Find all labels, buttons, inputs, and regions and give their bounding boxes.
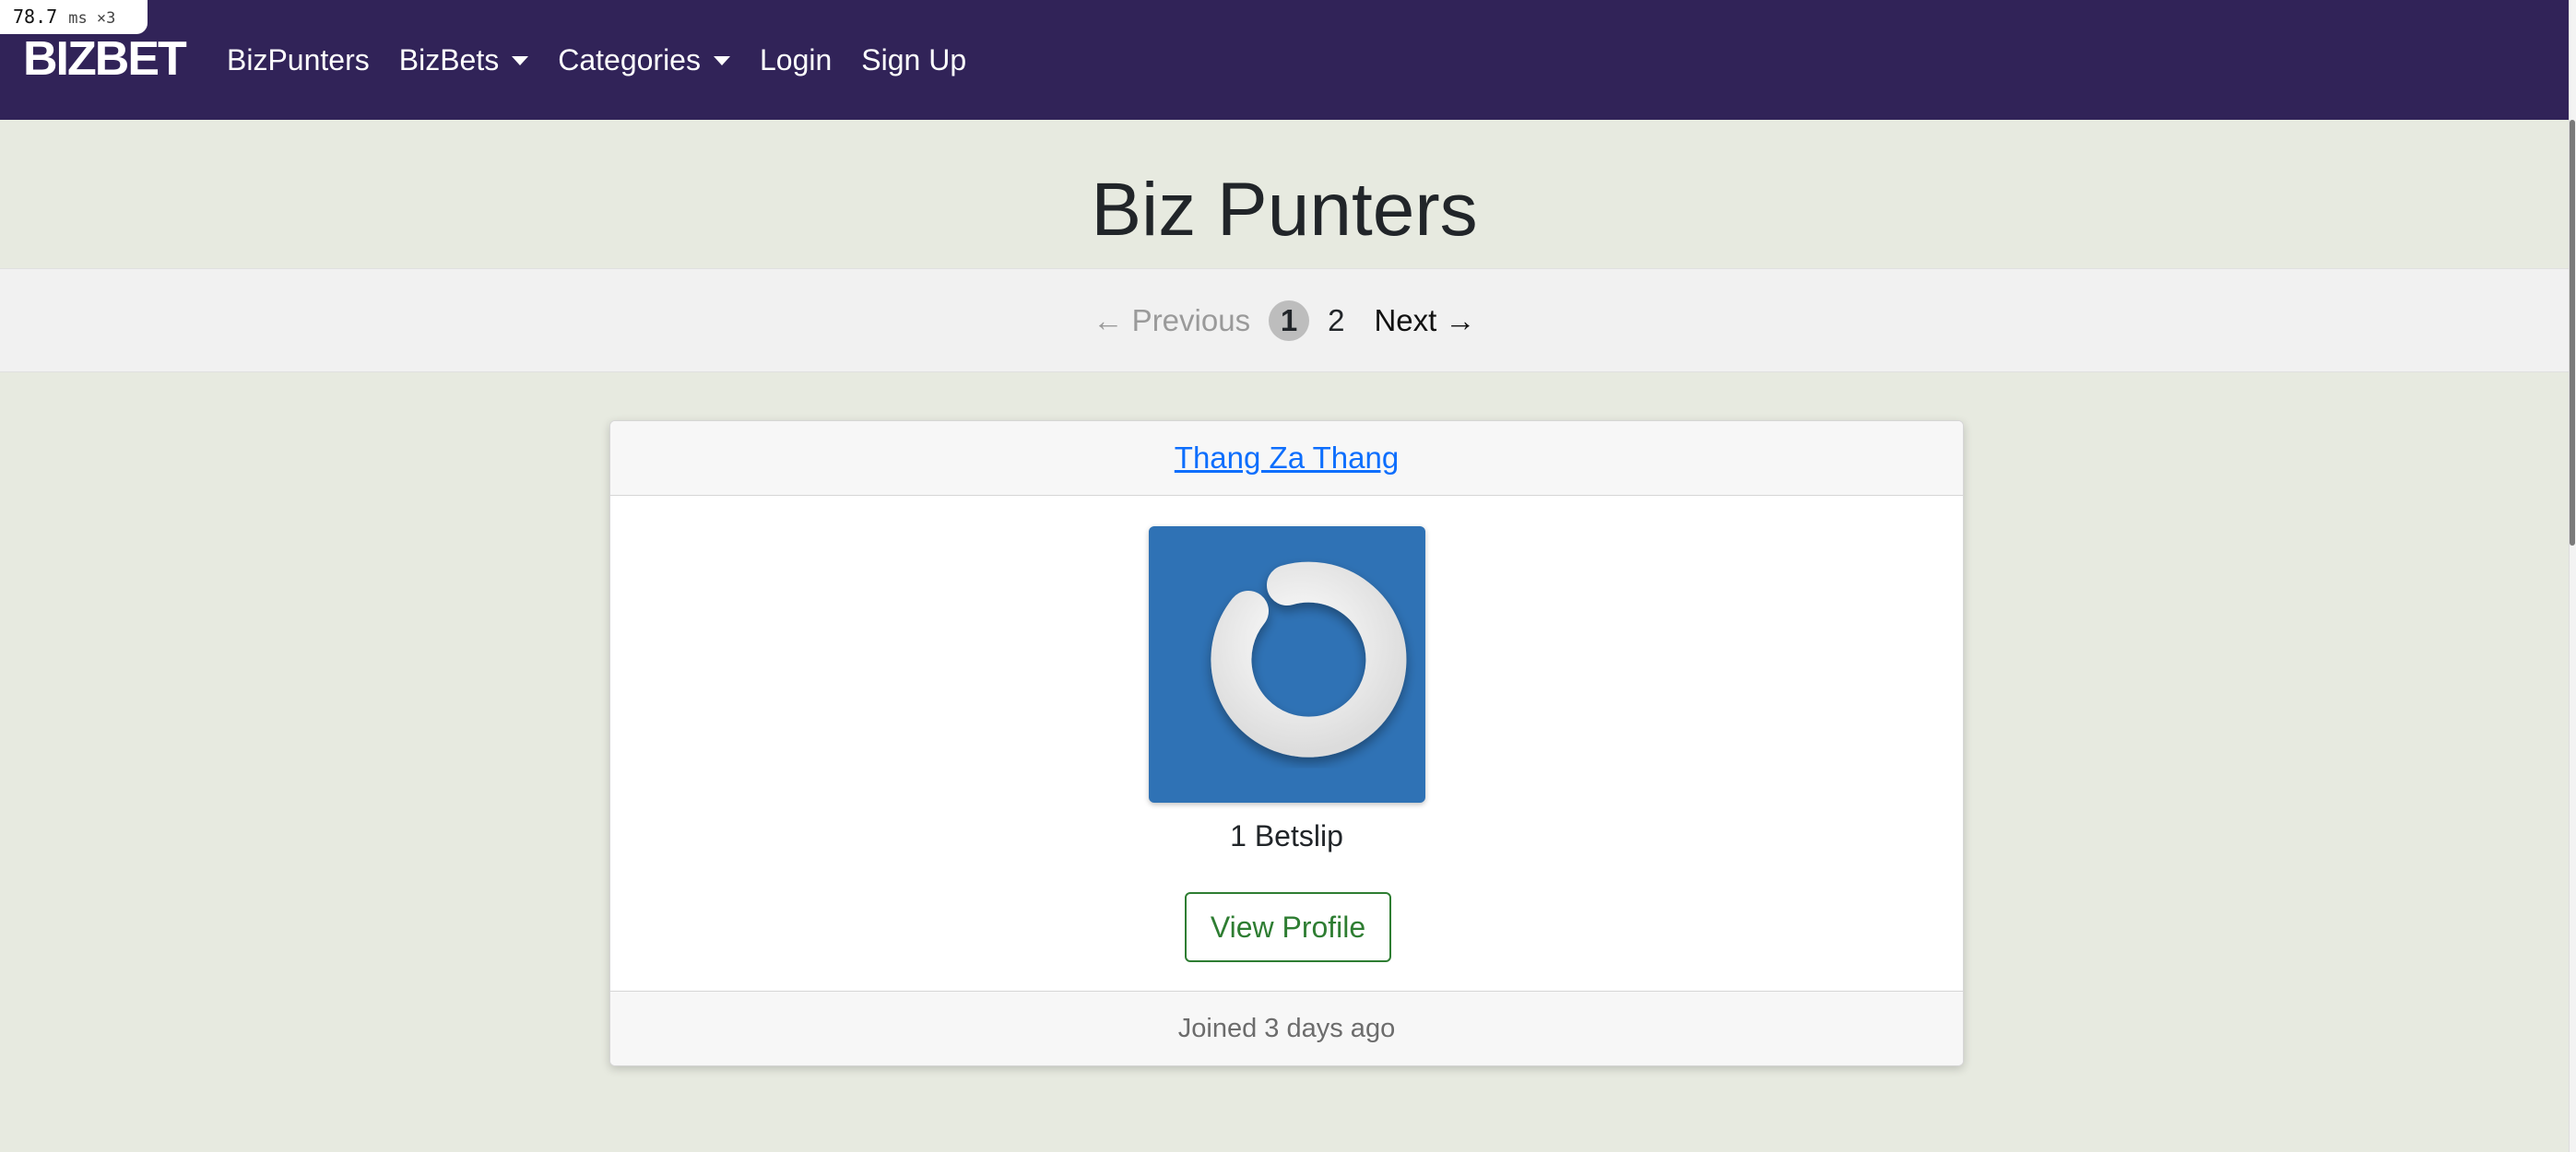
punter-name-link[interactable]: Thang Za Thang [1175, 441, 1399, 476]
pagination-next[interactable]: Next → [1374, 303, 1475, 338]
caret-down-icon [713, 56, 730, 65]
card-footer: Joined 3 days ago [610, 991, 1963, 1065]
nav-link-label: Sign Up [861, 42, 967, 76]
top-navbar: BIZBET BizPunters BizBets Categories Log… [0, 0, 2569, 120]
card-header: Thang Za Thang [610, 421, 1963, 496]
nav-dropdown-bizbets[interactable]: BizBets [398, 42, 529, 77]
avatar [1149, 526, 1425, 803]
pagination-previous: ← Previous [1093, 302, 1251, 337]
nav-link-label: BizPunters [227, 42, 370, 76]
page-scrollbar[interactable] [2569, 0, 2576, 1152]
nav-link-signup[interactable]: Sign Up [861, 43, 966, 77]
caret-down-icon [512, 56, 529, 65]
gravatar-power-icon [1211, 561, 1407, 758]
nav-link-label: Login [759, 42, 833, 76]
nav-link-bizpunters[interactable]: BizPunters [227, 43, 370, 77]
punter-card: Thang Za Thang 1 Betslip View Profile Jo… [609, 420, 1964, 1066]
brand-logo[interactable]: BIZBET [23, 31, 187, 87]
nav-items: BizPunters BizBets Categories Login Sign… [227, 37, 996, 83]
joined-date: Joined 3 days ago [1177, 1013, 1396, 1043]
pagination-current-page: 1 [1269, 300, 1310, 341]
nav-dropdown-categories[interactable]: Categories [558, 43, 730, 77]
nav-link-login[interactable]: Login [760, 43, 832, 77]
pagination-page-2[interactable]: 2 [1328, 303, 1344, 338]
nav-link-label: BizBets [398, 42, 500, 76]
performance-badge: 78.7 ms ×3 [0, 0, 148, 34]
pagination: ← Previous 1 2 Next → [0, 268, 2569, 372]
performance-value: 78.7 [13, 6, 58, 28]
betslip-count: 1 Betslip [1230, 819, 1343, 852]
page-title: Biz Punters [1091, 168, 1478, 252]
nav-link-label: Categories [558, 42, 701, 76]
scrollbar-thumb[interactable] [2570, 120, 2575, 546]
view-profile-button[interactable]: View Profile [1185, 892, 1391, 962]
performance-unit: ms ×3 [68, 9, 116, 28]
